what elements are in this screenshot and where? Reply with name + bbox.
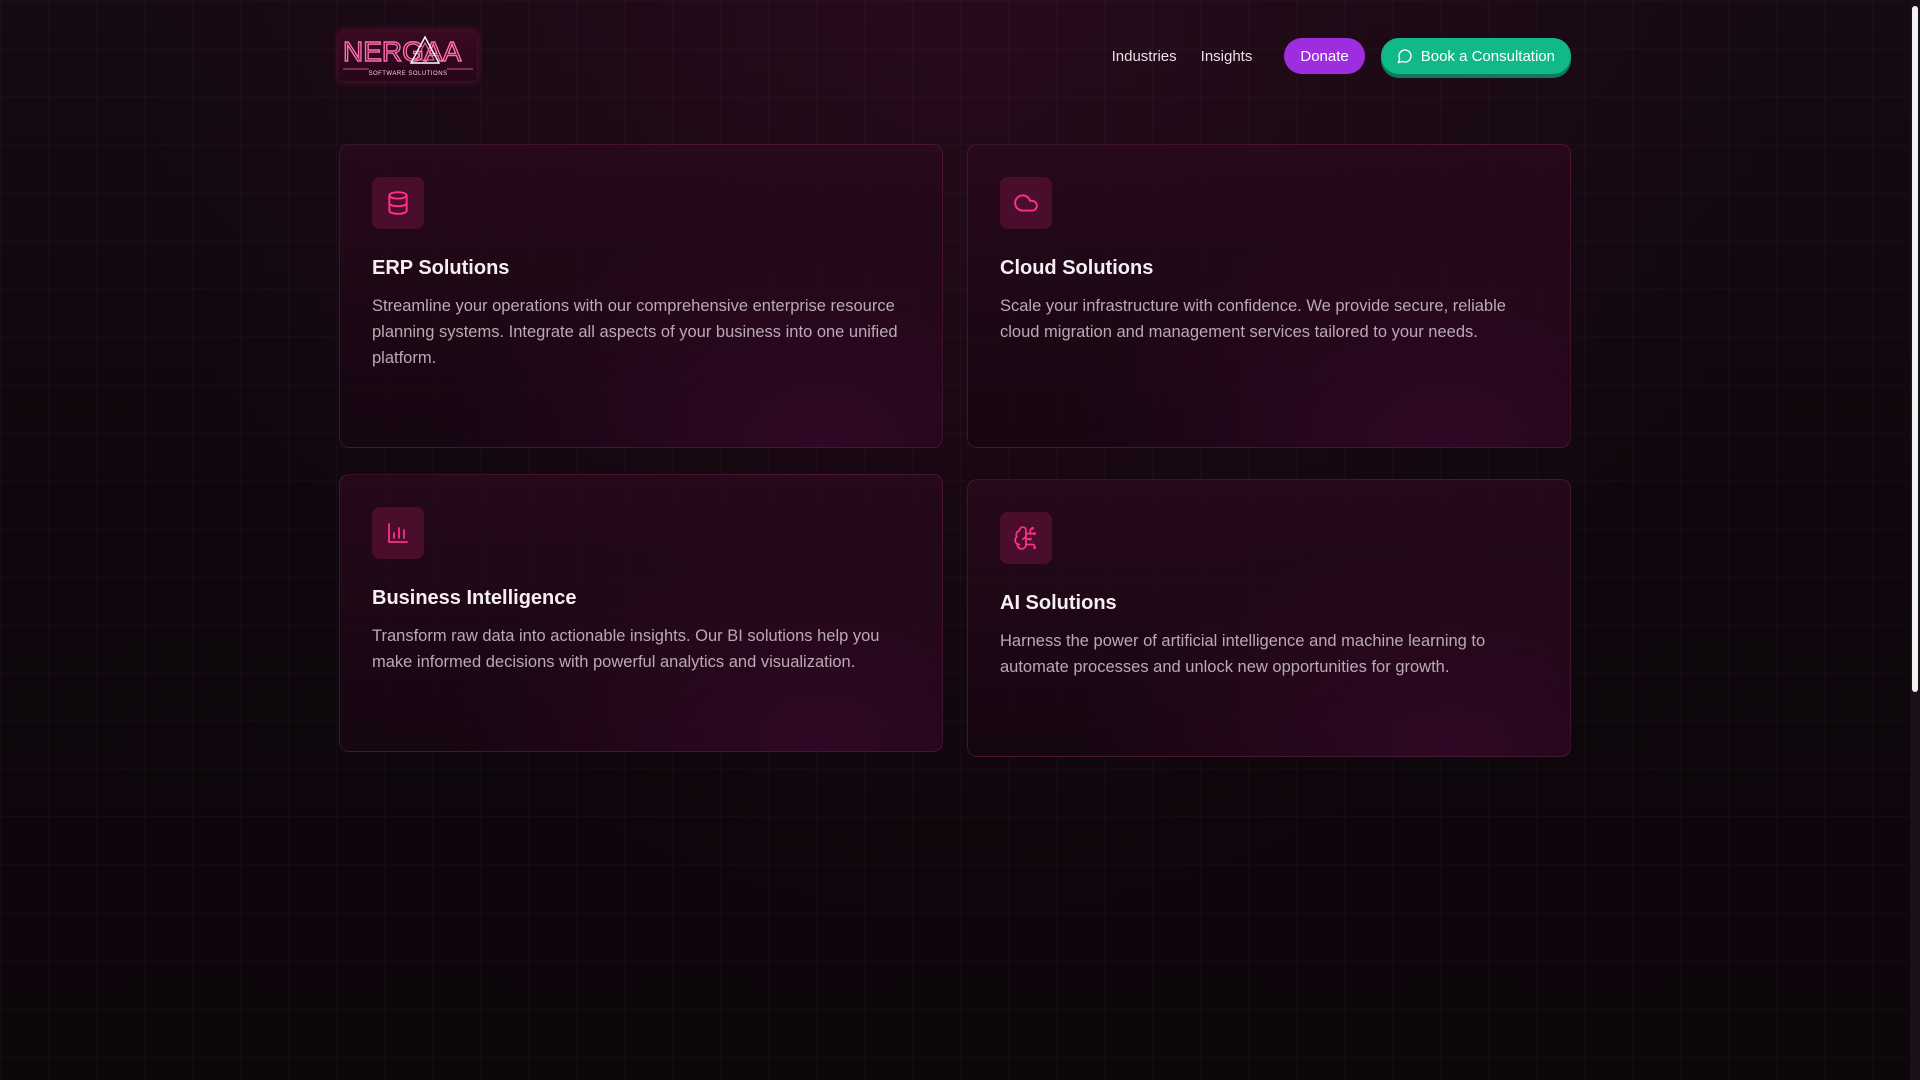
nav-link-insights[interactable]: Insights — [1201, 48, 1253, 65]
book-consultation-button[interactable]: Book a Consultation — [1380, 38, 1571, 74]
card-title: Business Intelligence — [372, 587, 577, 609]
brain-icon — [1000, 512, 1052, 564]
card-title: ERP Solutions — [372, 257, 510, 279]
card-title: Cloud Solutions — [1000, 257, 1154, 279]
scrollbar-thumb[interactable] — [1912, 6, 1918, 692]
page: NERGAA SOFTWARE SOLUTIONS Industries Ins… — [0, 0, 1910, 1080]
service-card-cloud: Cloud Solutions Scale your infrastructur… — [967, 144, 1571, 448]
card-description: Harness the power of artificial intellig… — [1000, 632, 1486, 676]
service-card-erp: ERP Solutions Streamline your operations… — [339, 144, 943, 448]
donate-button[interactable]: Donate — [1284, 38, 1365, 74]
page-scrollbar[interactable] — [1910, 0, 1920, 1080]
chat-bubble-icon — [1397, 48, 1413, 64]
nav-link-industries[interactable]: Industries — [1112, 48, 1177, 65]
bar-chart-icon — [372, 507, 424, 559]
card-description: Scale your infrastructure with confidenc… — [1000, 297, 1506, 341]
logo-subtitle: SOFTWARE SOLUTIONS — [368, 71, 448, 77]
site-header: NERGAA SOFTWARE SOLUTIONS Industries Ins… — [339, 30, 1571, 82]
cloud-icon — [1000, 177, 1052, 229]
main-nav: Industries Insights Donate Book a Consul… — [1112, 38, 1571, 74]
book-consultation-label: Book a Consultation — [1420, 47, 1555, 65]
service-card-ai: AI Solutions Harness the power of artifi… — [967, 479, 1571, 757]
logo-wordmark: NERGAA — [343, 36, 462, 67]
card-title: AI Solutions — [1000, 592, 1117, 614]
database-icon — [372, 177, 424, 229]
card-description: Transform raw data into actionable insig… — [372, 627, 880, 671]
card-description: Streamline your operations with our comp… — [372, 297, 898, 367]
service-card-business-intelligence: Business Intelligence Transform raw data… — [339, 474, 943, 752]
brand-logo[interactable]: NERGAA SOFTWARE SOLUTIONS — [339, 31, 477, 81]
